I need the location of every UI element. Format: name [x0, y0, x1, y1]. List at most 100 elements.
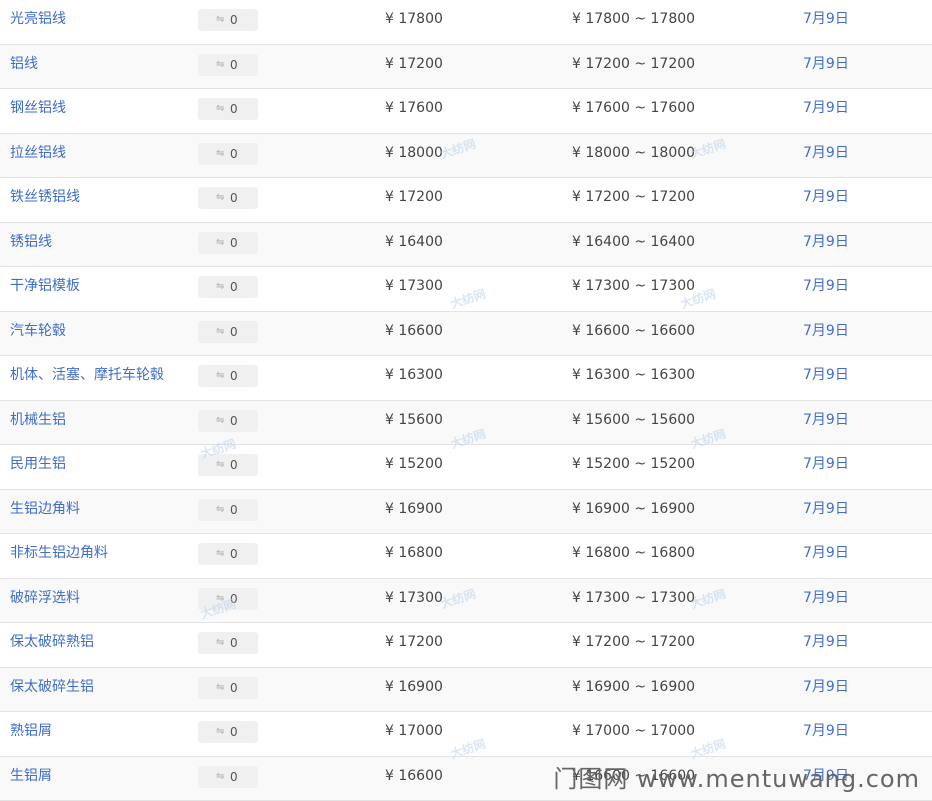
- trend-icon: ⇋: [216, 632, 224, 654]
- product-name-link[interactable]: 保太破碎熟铝: [10, 623, 94, 661]
- table-row: 铁丝锈铝线⇋0¥ 17200¥ 17200 ~ 172007月9日: [0, 178, 932, 223]
- product-name-link[interactable]: 破碎浮选料: [10, 579, 80, 617]
- table-row: 拉丝铝线 ⇋0 ¥ 18000 ¥ 18000 ~ 18000 7月9日: [0, 134, 932, 179]
- change-badge: ⇋0: [198, 365, 258, 387]
- product-name-link[interactable]: 生铝边角料: [10, 490, 80, 528]
- date-link[interactable]: 7月9日: [803, 445, 849, 483]
- price-value: ¥ 17000: [385, 712, 443, 750]
- table-row: 机体、活塞、摩托车轮毂⇋0¥ 16300¥ 16300 ~ 163007月9日: [0, 356, 932, 401]
- date-link[interactable]: 7月9日: [803, 223, 849, 261]
- change-value: 0: [230, 632, 238, 654]
- price-value: ¥ 17200: [385, 45, 443, 83]
- product-name-link[interactable]: 保太破碎生铝: [10, 668, 94, 706]
- date-link[interactable]: 7月9日: [803, 267, 849, 305]
- price-range: ¥ 16300 ~ 16300: [572, 356, 695, 394]
- product-name-link[interactable]: 机械生铝: [10, 401, 66, 439]
- date-link[interactable]: 7月9日: [803, 490, 849, 528]
- change-badge: ⇋0: [198, 632, 258, 654]
- product-name-link[interactable]: 生铝屑: [10, 757, 52, 795]
- price-range: ¥ 16900 ~ 16900: [572, 490, 695, 528]
- trend-icon: ⇋: [216, 143, 224, 165]
- trend-icon: ⇋: [216, 454, 224, 476]
- table-row: 保太破碎熟铝⇋0¥ 17200¥ 17200 ~ 172007月9日: [0, 623, 932, 668]
- date-link[interactable]: 7月9日: [803, 45, 849, 83]
- change-badge: ⇋0: [198, 143, 258, 165]
- date-link[interactable]: 7月9日: [803, 312, 849, 350]
- product-name-link[interactable]: 民用生铝: [10, 445, 66, 483]
- trend-icon: ⇋: [216, 499, 224, 521]
- price-value: ¥ 16600: [385, 757, 443, 795]
- product-name-link[interactable]: 光亮铝线: [10, 0, 66, 38]
- table-row: 非标生铝边角料⇋0¥ 16800¥ 16800 ~ 168007月9日: [0, 534, 932, 579]
- date-link[interactable]: 7月9日: [803, 757, 849, 795]
- change-value: 0: [230, 187, 238, 209]
- change-value: 0: [230, 588, 238, 610]
- change-value: 0: [230, 232, 238, 254]
- product-name-link[interactable]: 熟铝屑: [10, 712, 52, 750]
- price-value: ¥ 15600: [385, 401, 443, 439]
- price-range: ¥ 17300 ~ 17300: [572, 579, 695, 617]
- trend-icon: ⇋: [216, 232, 224, 254]
- product-name-link[interactable]: 锈铝线: [10, 223, 52, 261]
- trend-icon: ⇋: [216, 721, 224, 743]
- change-value: 0: [230, 543, 238, 565]
- price-value: ¥ 18000: [385, 134, 443, 172]
- change-badge: ⇋0: [198, 766, 258, 788]
- product-name-link[interactable]: 汽车轮毂: [10, 312, 66, 350]
- price-value: ¥ 17300: [385, 267, 443, 305]
- table-row: 生铝边角料⇋0¥ 16900¥ 16900 ~ 169007月9日: [0, 490, 932, 535]
- date-link[interactable]: 7月9日: [803, 623, 849, 661]
- trend-icon: ⇋: [216, 588, 224, 610]
- change-value: 0: [230, 454, 238, 476]
- change-badge: ⇋0: [198, 410, 258, 432]
- date-link[interactable]: 7月9日: [803, 89, 849, 127]
- change-badge: ⇋0: [198, 588, 258, 610]
- product-name-link[interactable]: 拉丝铝线: [10, 134, 66, 172]
- change-badge: ⇋0: [198, 543, 258, 565]
- product-name-link[interactable]: 钢丝铝线: [10, 89, 66, 127]
- change-badge: ⇋0: [198, 232, 258, 254]
- price-range: ¥ 16600 ~ 16600: [572, 757, 695, 795]
- change-value: 0: [230, 54, 238, 76]
- trend-icon: ⇋: [216, 410, 224, 432]
- change-badge: ⇋0: [198, 276, 258, 298]
- change-value: 0: [230, 321, 238, 343]
- date-link[interactable]: 7月9日: [803, 668, 849, 706]
- price-range: ¥ 17000 ~ 17000: [572, 712, 695, 750]
- date-link[interactable]: 7月9日: [803, 178, 849, 216]
- change-value: 0: [230, 410, 238, 432]
- change-badge: ⇋0: [198, 98, 258, 120]
- date-link[interactable]: 7月9日: [803, 134, 849, 172]
- table-row: 机械生铝⇋0¥ 15600¥ 15600 ~ 156007月9日: [0, 401, 932, 446]
- price-range: ¥ 17200 ~ 17200: [572, 45, 695, 83]
- date-link[interactable]: 7月9日: [803, 712, 849, 750]
- price-range: ¥ 16400 ~ 16400: [572, 223, 695, 261]
- date-link[interactable]: 7月9日: [803, 401, 849, 439]
- price-range: ¥ 16800 ~ 16800: [572, 534, 695, 572]
- trend-icon: ⇋: [216, 54, 224, 76]
- table-row: 钢丝铝线⇋0¥ 17600¥ 17600 ~ 176007月9日: [0, 89, 932, 134]
- table-row: 干净铝模板⇋0¥ 17300¥ 17300 ~ 173007月9日: [0, 267, 932, 312]
- date-link[interactable]: 7月9日: [803, 0, 849, 38]
- price-value: ¥ 16600: [385, 312, 443, 350]
- product-name-link[interactable]: 机体、活塞、摩托车轮毂: [10, 356, 164, 394]
- price-range: ¥ 15200 ~ 15200: [572, 445, 695, 483]
- price-value: ¥ 16400: [385, 223, 443, 261]
- table-row: 铝线 ⇋ 0 ¥ 17200 ¥ 17200 ~ 17200 7月9日: [0, 45, 932, 90]
- price-value: ¥ 17200: [385, 623, 443, 661]
- date-link[interactable]: 7月9日: [803, 534, 849, 572]
- product-name-link[interactable]: 非标生铝边角料: [10, 534, 108, 572]
- trend-icon: ⇋: [216, 9, 224, 31]
- price-value: ¥ 17300: [385, 579, 443, 617]
- date-link[interactable]: 7月9日: [803, 356, 849, 394]
- price-range: ¥ 18000 ~ 18000: [572, 134, 695, 172]
- price-range: ¥ 17800 ~ 17800: [572, 0, 695, 38]
- change-badge: ⇋0: [198, 721, 258, 743]
- trend-icon: ⇋: [216, 365, 224, 387]
- price-value: ¥ 16900: [385, 490, 443, 528]
- product-name-link[interactable]: 铝线: [10, 45, 38, 83]
- change-badge: ⇋0: [198, 9, 258, 31]
- date-link[interactable]: 7月9日: [803, 579, 849, 617]
- product-name-link[interactable]: 铁丝锈铝线: [10, 178, 80, 216]
- product-name-link[interactable]: 干净铝模板: [10, 267, 80, 305]
